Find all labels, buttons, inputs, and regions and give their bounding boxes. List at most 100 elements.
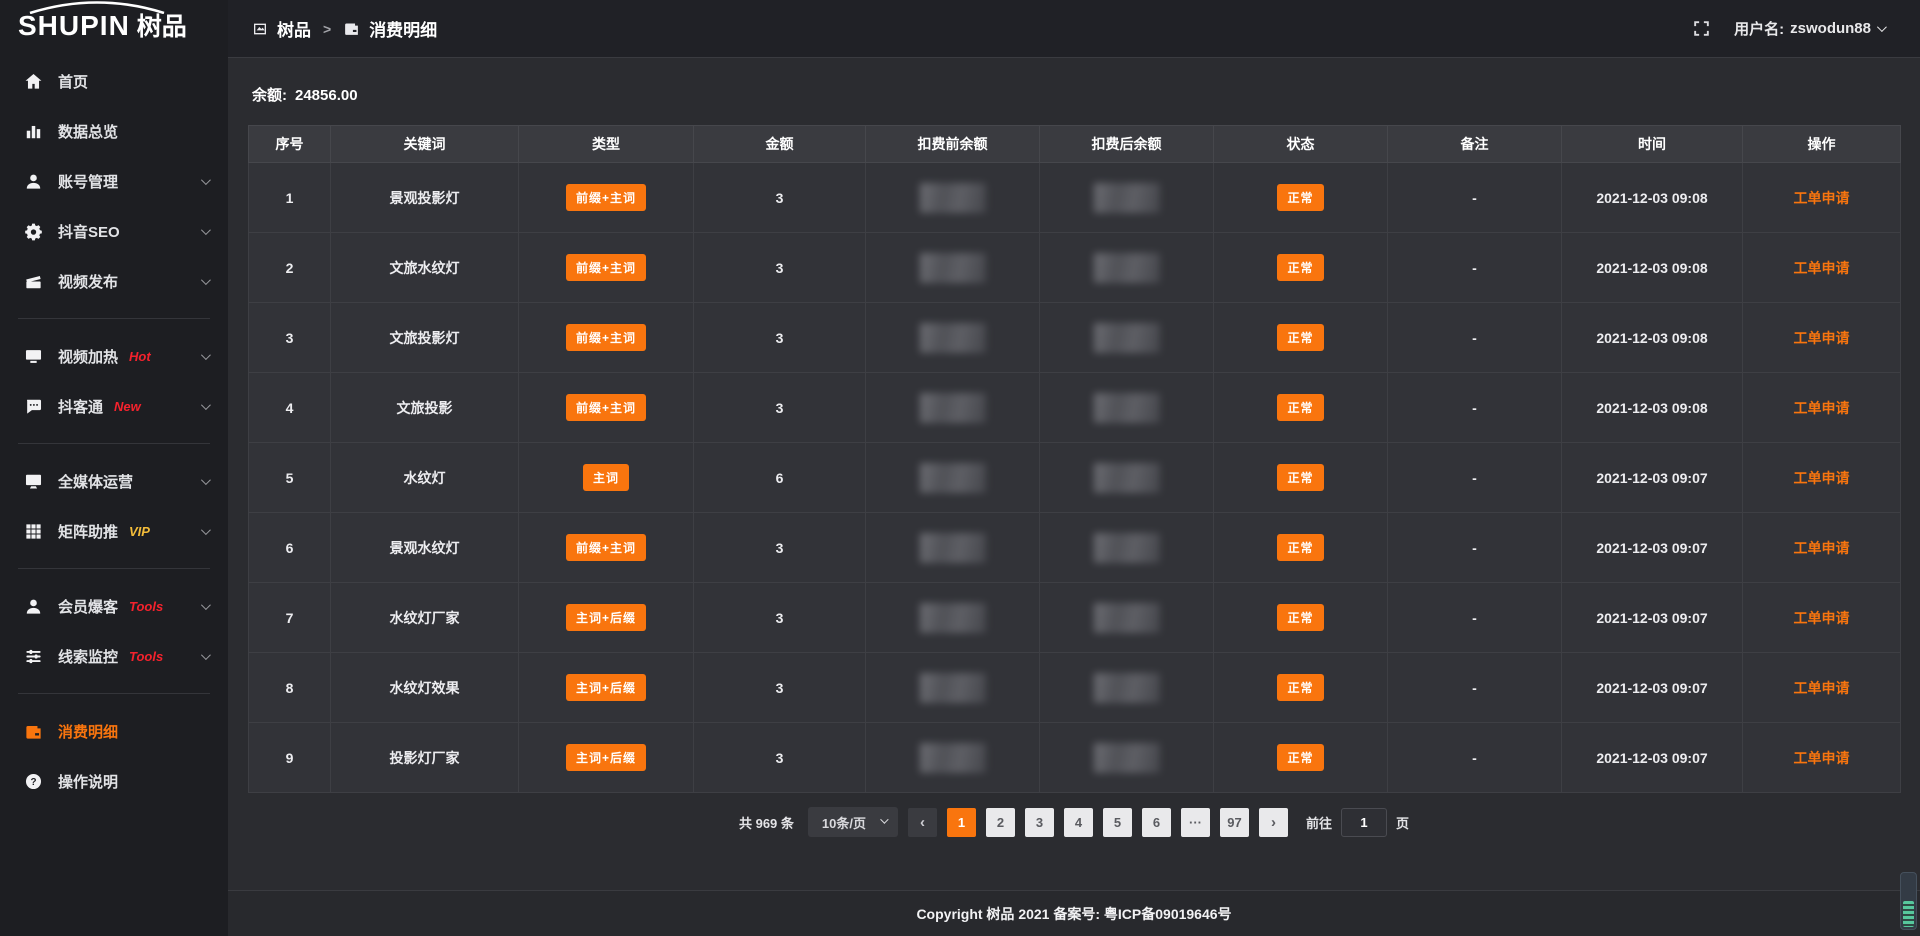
sidebar-item-instructions[interactable]: ? 操作说明 (0, 756, 228, 806)
cell-status: 正常 (1214, 583, 1388, 653)
censored-value (1094, 603, 1160, 633)
cell-type: 前缀+主词 (519, 233, 694, 303)
censored-value (1094, 253, 1160, 283)
sidebar-item-douketong[interactable]: 抖客通 New (0, 381, 228, 431)
balance-value: 24856.00 (295, 87, 358, 104)
sidebar-item-consumption-details[interactable]: 消费明细 (0, 706, 228, 756)
work-order-link[interactable]: 工单申请 (1794, 750, 1850, 766)
cell-type: 前缀+主词 (519, 513, 694, 583)
menu-divider (18, 568, 210, 569)
cell-balance-after (1040, 233, 1214, 303)
cell-status: 正常 (1214, 723, 1388, 793)
breadcrumb-current: 消费明细 (369, 16, 437, 41)
censored-value (920, 533, 986, 563)
cell-remark: - (1388, 513, 1562, 583)
status-badge: 正常 (1277, 674, 1323, 701)
type-badge: 前缀+主词 (566, 534, 646, 561)
sidebar-item-video-heat[interactable]: 视频加热 Hot (0, 331, 228, 381)
sidebar-item-member-burst[interactable]: 会员爆客 Tools (0, 581, 228, 631)
floating-widget[interactable] (1900, 872, 1917, 930)
table-row: 7 水纹灯厂家 主词+后缀 3 正常 - 2021-12-03 09:07 工单… (249, 583, 1901, 653)
work-order-link[interactable]: 工单申请 (1794, 470, 1850, 486)
chevron-down-icon (201, 225, 211, 235)
page-size-value: 10条/页 (822, 813, 866, 832)
table-row: 6 景观水纹灯 前缀+主词 3 正常 - 2021-12-03 09:07 工单… (249, 513, 1901, 583)
page-size-select[interactable]: 10条/页 (808, 807, 898, 837)
col-index: 序号 (249, 126, 331, 163)
work-order-link[interactable]: 工单申请 (1794, 260, 1850, 276)
cell-remark: - (1388, 723, 1562, 793)
logo-text-en: SHUPIN (18, 12, 130, 40)
goto-label: 前往 (1306, 813, 1332, 832)
chevron-down-icon (201, 525, 211, 535)
goto-suffix: 页 (1396, 813, 1409, 832)
breadcrumb-root[interactable]: 树品 (277, 16, 311, 41)
censored-value (1094, 463, 1160, 493)
page-button-97[interactable]: 97 (1220, 808, 1249, 837)
goto-page-input[interactable] (1341, 808, 1387, 837)
cell-balance-after (1040, 303, 1214, 373)
status-badge: 正常 (1277, 394, 1323, 421)
table-row: 1 景观投影灯 前缀+主词 3 正常 - 2021-12-03 09:08 工单… (249, 163, 1901, 233)
sidebar-item-omnimedia[interactable]: 全媒体运营 (0, 456, 228, 506)
table-row: 3 文旅投影灯 前缀+主词 3 正常 - 2021-12-03 09:08 工单… (249, 303, 1901, 373)
cell-amount: 3 (694, 233, 866, 303)
censored-value (920, 673, 986, 703)
consumption-table-wrap: 序号 关键词 类型 金额 扣费前余额 扣费后余额 状态 备注 时间 操作 1 景… (248, 125, 1900, 793)
monitor-icon (24, 472, 43, 491)
page-button-4[interactable]: 4 (1064, 808, 1093, 837)
page-button-6[interactable]: 6 (1142, 808, 1171, 837)
page-button-5[interactable]: 5 (1103, 808, 1132, 837)
cell-status: 正常 (1214, 163, 1388, 233)
sidebar-item-home[interactable]: 首页 (0, 56, 228, 106)
table-row: 5 水纹灯 主词 6 正常 - 2021-12-03 09:07 工单申请 (249, 443, 1901, 513)
next-page-button[interactable] (1259, 808, 1288, 837)
cell-action: 工单申请 (1743, 513, 1901, 583)
censored-value (1094, 743, 1160, 773)
cell-keyword: 景观水纹灯 (331, 513, 519, 583)
status-badge: 正常 (1277, 324, 1323, 351)
menu-tag-vip: VIP (129, 524, 150, 539)
fullscreen-icon[interactable] (1692, 19, 1712, 39)
sidebar-item-label: 消费明细 (58, 721, 118, 742)
sidebar-item-lead-monitor[interactable]: 线索监控 Tools (0, 631, 228, 681)
sidebar: SHUPIN 树品 首页 数据总览 账号管理 抖音SEO 视频发布 (0, 0, 228, 936)
sidebar-item-matrix-boost[interactable]: 矩阵助推 VIP (0, 506, 228, 556)
cell-keyword: 文旅投影 (331, 373, 519, 443)
status-badge: 正常 (1277, 744, 1323, 771)
work-order-link[interactable]: 工单申请 (1794, 330, 1850, 346)
cell-status: 正常 (1214, 513, 1388, 583)
work-order-link[interactable]: 工单申请 (1794, 400, 1850, 416)
wallet-icon (24, 722, 43, 741)
work-order-link[interactable]: 工单申请 (1794, 540, 1850, 556)
cell-amount: 3 (694, 163, 866, 233)
cell-index: 1 (249, 163, 331, 233)
cell-balance-after (1040, 583, 1214, 653)
page-button-2[interactable]: 2 (986, 808, 1015, 837)
table-row: 2 文旅水纹灯 前缀+主词 3 正常 - 2021-12-03 09:08 工单… (249, 233, 1901, 303)
type-badge: 前缀+主词 (566, 394, 646, 421)
chevron-down-icon (201, 600, 211, 610)
work-order-link[interactable]: 工单申请 (1794, 610, 1850, 626)
sidebar-item-data-overview[interactable]: 数据总览 (0, 106, 228, 156)
cell-keyword: 水纹灯 (331, 443, 519, 513)
page-ellipsis-button[interactable]: ··· (1181, 808, 1210, 837)
sidebar-item-douyin-seo[interactable]: 抖音SEO (0, 206, 228, 256)
cell-action: 工单申请 (1743, 443, 1901, 513)
work-order-link[interactable]: 工单申请 (1794, 680, 1850, 696)
page-button-3[interactable]: 3 (1025, 808, 1054, 837)
sidebar-item-label: 视频发布 (58, 271, 118, 292)
app-logo[interactable]: SHUPIN 树品 (0, 0, 228, 46)
cell-action: 工单申请 (1743, 653, 1901, 723)
sidebar-item-account-management[interactable]: 账号管理 (0, 156, 228, 206)
work-order-link[interactable]: 工单申请 (1794, 190, 1850, 206)
page-button-1[interactable]: 1 (947, 808, 976, 837)
sidebar-item-video-publish[interactable]: 视频发布 (0, 256, 228, 306)
cell-balance-before (866, 233, 1040, 303)
user-menu[interactable]: 用户名: zswodun88 (1734, 18, 1884, 39)
menu-tag-tools: Tools (129, 649, 163, 664)
cell-index: 9 (249, 723, 331, 793)
cell-keyword: 水纹灯厂家 (331, 583, 519, 653)
username-label: 用户名: (1734, 18, 1784, 39)
prev-page-button[interactable] (908, 808, 937, 837)
